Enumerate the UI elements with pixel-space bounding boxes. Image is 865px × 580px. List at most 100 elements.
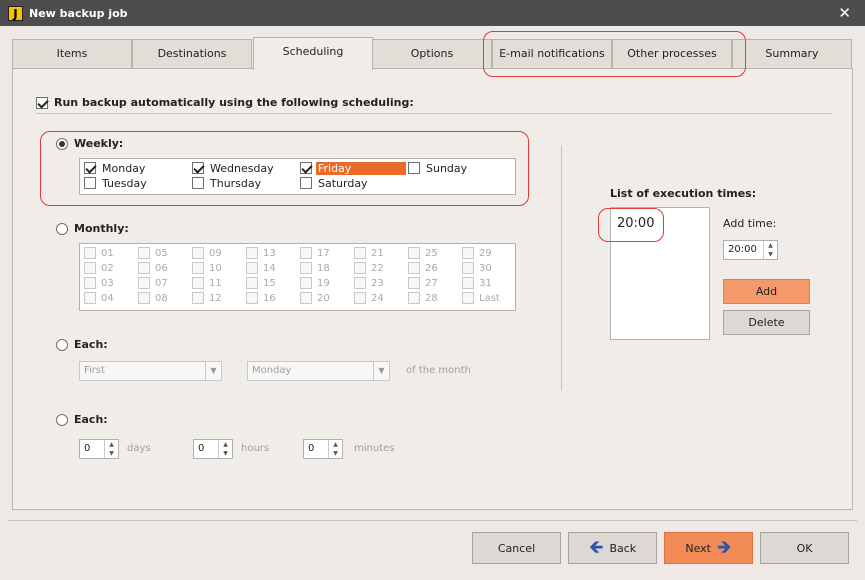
monthly-day-checkbox[interactable] (354, 262, 366, 274)
monthly-day-checkbox[interactable] (192, 292, 204, 304)
day-saturday[interactable]: Saturday (300, 176, 370, 190)
monthly-day-item[interactable]: 23 (354, 276, 384, 290)
day-sunday[interactable]: Sunday (408, 161, 469, 175)
monthly-day-item[interactable]: 22 (354, 261, 384, 275)
each-month-radio[interactable] (56, 338, 68, 351)
monthly-day-checkbox[interactable] (354, 277, 366, 289)
back-button[interactable]: 🡸 Back (568, 532, 657, 564)
saturday-checkbox[interactable] (300, 177, 312, 189)
monthly-day-checkbox[interactable] (84, 292, 96, 304)
next-button[interactable]: Next 🡺 (664, 532, 753, 564)
tab-items[interactable]: Items (12, 39, 132, 69)
tab-email-notifications[interactable]: E-mail notifications (492, 39, 612, 69)
day-friday[interactable]: Friday (300, 161, 406, 175)
monthly-day-item[interactable]: 11 (192, 276, 222, 290)
monthly-day-item[interactable]: 04 (84, 291, 114, 305)
monthly-day-item[interactable]: 08 (138, 291, 168, 305)
monthly-day-item[interactable]: 01 (84, 246, 114, 260)
monthly-day-item[interactable]: 14 (246, 261, 276, 275)
stepper-arrows-icon[interactable]: ▲ ▼ (218, 440, 232, 458)
day-monday[interactable]: Monday (84, 161, 147, 175)
minutes-stepper[interactable]: 0 ▲ ▼ (303, 439, 343, 459)
day-thursday[interactable]: Thursday (192, 176, 263, 190)
monthly-day-item[interactable]: 05 (138, 246, 168, 260)
cancel-button[interactable]: Cancel (472, 532, 561, 564)
monthly-day-item[interactable]: 31 (462, 276, 492, 290)
each-interval-radio[interactable] (56, 413, 68, 426)
auto-run-checkbox[interactable] (36, 96, 48, 109)
monthly-day-checkbox[interactable] (84, 277, 96, 289)
monthly-day-item[interactable]: 30 (462, 261, 492, 275)
monthly-day-item[interactable]: 09 (192, 246, 222, 260)
monthly-day-item[interactable]: 03 (84, 276, 114, 290)
each-interval-option[interactable]: Each: (56, 413, 108, 426)
monthly-day-item[interactable]: 16 (246, 291, 276, 305)
weekly-option[interactable]: Weekly: (56, 137, 123, 150)
monthly-day-checkbox[interactable] (246, 247, 258, 259)
monthly-day-item[interactable]: 20 (300, 291, 330, 305)
tab-destinations[interactable]: Destinations (132, 39, 252, 69)
weekly-radio[interactable] (56, 137, 68, 150)
monday-checkbox[interactable] (84, 162, 96, 174)
stepper-arrows-icon[interactable]: ▲ ▼ (763, 241, 777, 259)
monthly-day-checkbox[interactable] (192, 247, 204, 259)
monthly-day-item[interactable]: 02 (84, 261, 114, 275)
monthly-day-checkbox[interactable] (246, 292, 258, 304)
monthly-day-checkbox[interactable] (462, 247, 474, 259)
stepper-arrows-icon[interactable]: ▲ ▼ (104, 440, 118, 458)
each-month-option[interactable]: Each: (56, 338, 108, 351)
monthly-day-item[interactable]: 21 (354, 246, 384, 260)
monthly-day-checkbox[interactable] (138, 247, 150, 259)
thursday-checkbox[interactable] (192, 177, 204, 189)
exec-time-item[interactable]: 20:00 (617, 216, 654, 231)
monthly-day-item[interactable]: 07 (138, 276, 168, 290)
monthly-day-checkbox[interactable] (300, 247, 312, 259)
monthly-day-checkbox[interactable] (354, 247, 366, 259)
monthly-day-checkbox[interactable] (462, 292, 474, 304)
tab-other-processes[interactable]: Other processes (612, 39, 732, 69)
delete-time-button[interactable]: Delete (723, 310, 810, 335)
monthly-day-checkbox[interactable] (246, 277, 258, 289)
monthly-day-item[interactable]: 27 (408, 276, 438, 290)
monthly-day-item[interactable]: 26 (408, 261, 438, 275)
monthly-day-checkbox[interactable] (84, 262, 96, 274)
close-icon[interactable]: ✕ (838, 4, 851, 22)
monthly-day-item[interactable]: 10 (192, 261, 222, 275)
monthly-day-checkbox[interactable] (354, 292, 366, 304)
monthly-day-item[interactable]: 15 (246, 276, 276, 290)
sunday-checkbox[interactable] (408, 162, 420, 174)
monthly-day-checkbox[interactable] (138, 262, 150, 274)
monthly-option[interactable]: Monthly: (56, 222, 129, 235)
monthly-day-item[interactable]: 28 (408, 291, 438, 305)
tab-scheduling[interactable]: Scheduling (253, 37, 373, 70)
monthly-day-checkbox[interactable] (408, 262, 420, 274)
monthly-day-item[interactable]: 25 (408, 246, 438, 260)
monthly-day-checkbox[interactable] (246, 262, 258, 274)
hours-stepper[interactable]: 0 ▲ ▼ (193, 439, 233, 459)
monthly-day-checkbox[interactable] (462, 262, 474, 274)
monthly-day-item[interactable]: 17 (300, 246, 330, 260)
tuesday-checkbox[interactable] (84, 177, 96, 189)
stepper-arrows-icon[interactable]: ▲ ▼ (328, 440, 342, 458)
monthly-day-item[interactable]: 13 (246, 246, 276, 260)
monthly-day-checkbox[interactable] (408, 247, 420, 259)
monthly-day-item[interactable]: 24 (354, 291, 384, 305)
tab-options[interactable]: Options (372, 39, 492, 69)
monthly-day-item[interactable]: 12 (192, 291, 222, 305)
monthly-day-checkbox[interactable] (300, 277, 312, 289)
add-time-button[interactable]: Add (723, 279, 810, 304)
day-tuesday[interactable]: Tuesday (84, 176, 149, 190)
friday-checkbox[interactable] (300, 162, 312, 174)
monthly-day-item[interactable]: 18 (300, 261, 330, 275)
monthly-day-checkbox[interactable] (138, 292, 150, 304)
monthly-day-checkbox[interactable] (192, 262, 204, 274)
monthly-day-checkbox[interactable] (192, 277, 204, 289)
monthly-day-checkbox[interactable] (300, 262, 312, 274)
monthly-day-checkbox[interactable] (138, 277, 150, 289)
ok-button[interactable]: OK (760, 532, 849, 564)
monthly-day-item[interactable]: Last (462, 291, 500, 305)
auto-run-row[interactable]: Run backup automatically using the follo… (36, 96, 414, 109)
tab-summary[interactable]: Summary (732, 39, 852, 69)
monthly-day-checkbox[interactable] (408, 292, 420, 304)
monthly-day-checkbox[interactable] (300, 292, 312, 304)
